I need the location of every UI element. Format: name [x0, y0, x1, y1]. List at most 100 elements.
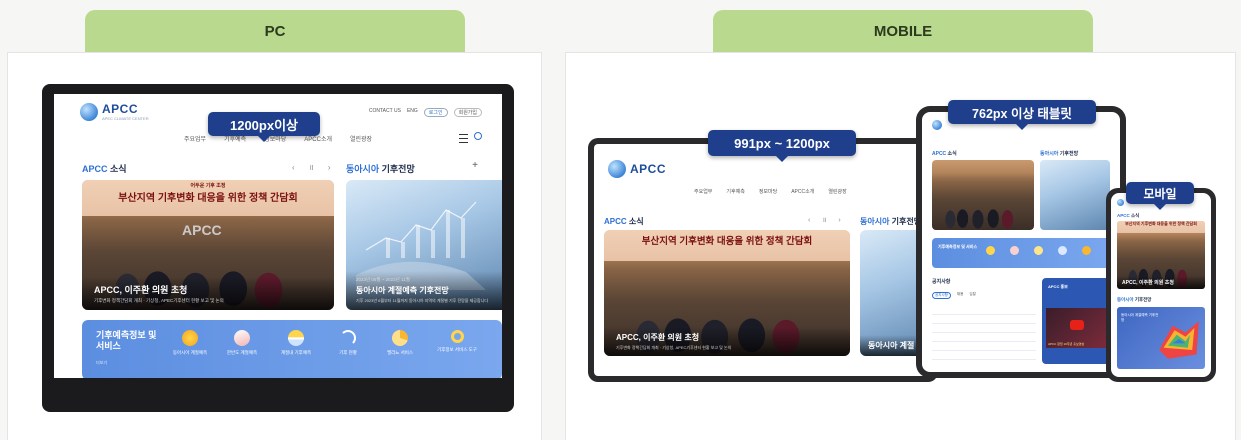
- menu-item[interactable]: 열린광장: [828, 188, 846, 195]
- tab-mobile[interactable]: MOBILE: [713, 10, 1093, 52]
- phone-screen: APCC 소식 부산지역 기후변화 대응을 위한 정책 간담회 APCC, 이주…: [1111, 193, 1211, 377]
- apcc-logo: APCC: [608, 160, 666, 178]
- menu-item[interactable]: 주요업무: [184, 134, 206, 143]
- sailboat-icon: [234, 330, 250, 346]
- service-item[interactable]: 기후정보 서비스 도구: [434, 330, 480, 353]
- forecast-section-title: 동아시아 기후전망: [1117, 297, 1152, 302]
- wind-icon: [1058, 246, 1067, 255]
- waves-icon: [288, 330, 304, 346]
- tab-pc[interactable]: PC: [85, 10, 465, 52]
- forecast-card[interactable]: 동아시아 계절예측 기후전망: [1117, 307, 1205, 369]
- menu-item[interactable]: 열린광장: [350, 134, 372, 143]
- news-banner-title: 부산지역 기후변화 대응을 위한 정책 간담회: [1125, 221, 1197, 226]
- join-link[interactable]: 회원가입: [453, 108, 482, 117]
- menu-item[interactable]: 기후예측: [726, 188, 744, 195]
- laptop-device: APCC 주요업무 기후예측 정보마당 APCC소개 열린광장 APCC 소식 …: [588, 138, 938, 382]
- service-item[interactable]: 엘리뇨 서비스: [380, 330, 420, 356]
- menu-item[interactable]: 주요업무: [694, 188, 712, 195]
- tablet-device: APCC 소식 동아시아 기후전망 기후예측정보 및 서비스 공지사항 공지사항…: [916, 106, 1126, 378]
- logo-text: APCC: [102, 102, 139, 116]
- menu-item[interactable]: APCC소개: [791, 188, 814, 195]
- news-caption-sub: 기후변화 정책간담회 개최 · 기상청, APEC기후센터 현황 보고 및 논의: [94, 298, 224, 303]
- service-label: 기후정보 서비스 도구: [437, 347, 477, 352]
- notice-tab[interactable]: 채용: [957, 292, 963, 299]
- badge-mobile: 모바일: [1126, 182, 1194, 210]
- news-pager[interactable]: ‹ ॥ ›: [808, 216, 846, 225]
- globe-icon: [932, 120, 942, 130]
- menu-item[interactable]: 정보마당: [759, 188, 777, 195]
- forecast-caption-title: 동아시아 계절예측 기후전망: [356, 286, 449, 295]
- news-caption-title: APCC, 이주환 의원 초청: [94, 285, 188, 295]
- contact-link[interactable]: CONTACT US: [369, 108, 401, 117]
- notice-tab[interactable]: 공지사항: [932, 292, 951, 299]
- wind-icon: [340, 330, 356, 346]
- forecast-caption-title: 동아시아 계절예측 기후전망: [1121, 313, 1159, 322]
- logo-subtext: APEC CLIMATE CENTER: [102, 116, 149, 121]
- news-section-title: APCC 소식: [1117, 213, 1140, 218]
- badge-laptop: 991px ~ 1200px: [708, 130, 856, 162]
- news-card[interactable]: [932, 160, 1034, 230]
- services-more-link[interactable]: 더보기: [96, 360, 107, 366]
- news-caption-title: APCC, 이주환 의원 초청: [616, 333, 700, 342]
- globe-icon: [608, 160, 626, 178]
- promo-title: APCC 홍보: [1048, 284, 1068, 289]
- service-item[interactable]: 계절내 기후예측: [276, 330, 316, 356]
- hamburger-icon[interactable]: [459, 134, 468, 143]
- apcc-logo: APCC APEC CLIMATE CENTER: [80, 102, 149, 121]
- services-banner: 기후예측정보 및 서비스: [932, 238, 1110, 268]
- magnifier-icon: [450, 330, 464, 343]
- climate-map-image: [1159, 321, 1199, 359]
- sun-icon: [986, 246, 995, 255]
- service-label: 기후 현황: [339, 350, 357, 355]
- main-menu: 주요업무 기후예측 정보마당 APCC소개 열린광장: [694, 188, 847, 195]
- news-card[interactable]: 부산지역 기후변화 대응을 위한 정책 간담회 APCC, 이주환 의원 초청 …: [604, 230, 850, 356]
- lang-link[interactable]: ENG: [407, 108, 418, 117]
- forecast-card[interactable]: 2023년 06월 ~ 2023년 11월 동아시아 계절예측 기후전망 기후 …: [346, 180, 502, 310]
- service-label: 한반도 계절예측: [226, 350, 258, 355]
- sailboat-icon: [1010, 246, 1019, 255]
- login-link[interactable]: 로그인: [423, 108, 448, 117]
- forecast-card[interactable]: [1040, 160, 1110, 230]
- forecast-section-title: 동아시아 기후전망: [1040, 151, 1079, 157]
- news-section-title: APCC 소식: [604, 217, 644, 226]
- services-title: 기후예측정보 및 서비스: [96, 330, 157, 351]
- services-title: 기후예측정보 및 서비스: [938, 244, 978, 249]
- play-icon[interactable]: [1070, 320, 1084, 330]
- service-label: 동아시아 계절예측: [172, 350, 208, 355]
- pie-icon: [1082, 246, 1091, 255]
- notice-list: [932, 306, 1036, 362]
- photo-logo: APCC: [182, 222, 222, 238]
- news-banner-title: 부산지역 기후변화 대응을 위한 정책 간담회: [641, 236, 813, 247]
- tablet-screen: APCC 소식 동아시아 기후전망 기후예측정보 및 서비스 공지사항 공지사항…: [922, 112, 1120, 372]
- forecast-section-title: 동아시아 기후전망: [346, 164, 415, 174]
- news-card[interactable]: 어두운 기후 조정 부산지역 기후변화 대응을 위한 정책 간담회 APCC A…: [82, 180, 334, 310]
- sun-icon: [182, 330, 198, 346]
- service-item[interactable]: 한반도 계절예측: [222, 330, 262, 356]
- plus-icon[interactable]: +: [472, 160, 478, 171]
- news-pager[interactable]: ‹ ॥ ›: [292, 162, 337, 173]
- news-caption-sub: 기후변화 정책간담회 개최 · 기상청, APEC기후센터 현황 보고 및 논의: [616, 345, 732, 350]
- service-item[interactable]: 기후 현황: [328, 330, 368, 356]
- forecast-section-title: 동아시아 기후전망: [860, 217, 922, 226]
- pc-screen: APCC APEC CLIMATE CENTER CONTACT US ENG …: [54, 94, 502, 378]
- apcc-logo: [1117, 199, 1124, 206]
- service-item[interactable]: 동아시아 계절예측: [170, 330, 210, 356]
- notice-tab[interactable]: 입찰: [969, 292, 975, 299]
- waves-icon: [1034, 246, 1043, 255]
- notice-title: 공지사항: [932, 279, 951, 285]
- video-caption: APCC 창립 10주년 홍보영상: [1048, 342, 1085, 346]
- laptop-screen: APCC 주요업무 기후예측 정보마당 APCC소개 열린광장 APCC 소식 …: [594, 144, 932, 376]
- notice-tabs: 공지사항 채용 입찰: [932, 292, 976, 299]
- video-thumbnail[interactable]: APCC 창립 10주년 홍보영상: [1046, 308, 1108, 348]
- news-card[interactable]: 부산지역 기후변화 대응을 위한 정책 간담회 APCC, 이주환 의원 초청: [1117, 221, 1205, 289]
- services-banner: 기후예측정보 및 서비스 더보기 동아시아 계절예측 한반도 계절예측 계절내 …: [82, 320, 502, 378]
- util-menu: CONTACT US ENG 로그인 회원가입: [369, 108, 482, 117]
- search-icon[interactable]: [474, 132, 482, 140]
- logo-text: APCC: [630, 162, 667, 176]
- news-banner-small: 어두운 기후 조정: [190, 183, 226, 189]
- news-section-title: APCC 소식: [82, 164, 127, 174]
- forecast-period: 2023년 06월 ~ 2023년 11월: [356, 277, 410, 282]
- globe-icon: [80, 102, 98, 121]
- forecast-caption-sub: 기후 2023년 6월부터 11월까지 동아시아 지역의 계절별 기후 전망을 …: [356, 298, 488, 303]
- badge-tablet: 762px 이상 태블릿: [948, 100, 1096, 130]
